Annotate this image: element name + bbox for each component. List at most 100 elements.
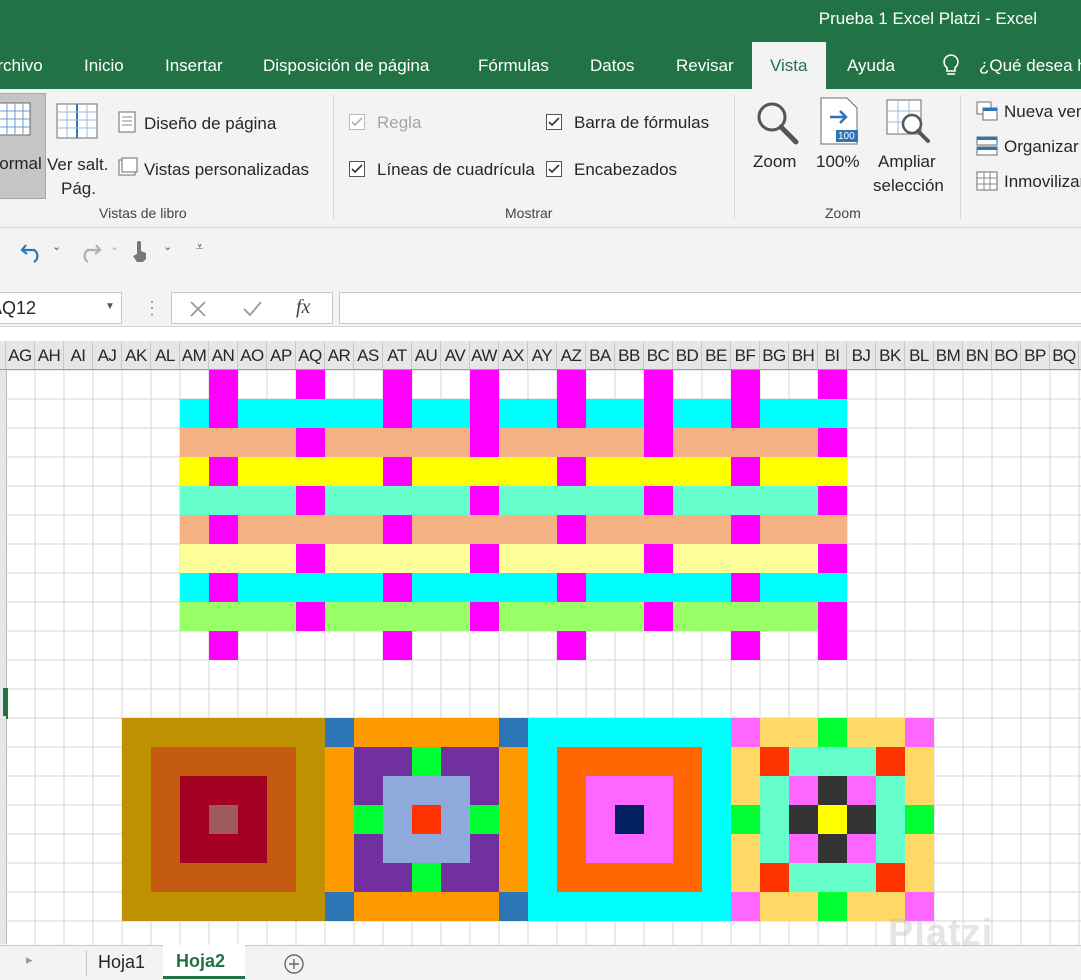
square4-inner[interactable] (789, 805, 818, 834)
square4-inner[interactable] (789, 776, 818, 805)
customize-qat-icon[interactable]: ⩡ (196, 239, 203, 255)
column-header-bh[interactable]: BH (789, 341, 818, 369)
weave-thread[interactable] (296, 602, 325, 631)
weave-thread[interactable] (731, 631, 760, 660)
column-header-av[interactable]: AV (441, 341, 470, 369)
enter-check-icon[interactable] (242, 300, 262, 318)
square4-ring-corner[interactable] (760, 863, 789, 892)
add-sheet-icon[interactable] (283, 953, 305, 975)
weave-thread[interactable] (296, 486, 325, 515)
weave-thread[interactable] (818, 428, 847, 457)
square2-border[interactable] (325, 747, 354, 892)
column-header-ar[interactable]: AR (325, 341, 354, 369)
weave-thread[interactable] (383, 631, 412, 660)
weave-thread[interactable] (470, 399, 499, 428)
resize-handle-icon[interactable]: ⋮ (143, 298, 161, 319)
weave-thread[interactable] (644, 399, 673, 428)
square2-notch[interactable] (412, 747, 441, 776)
column-header-ah[interactable]: AH (35, 341, 64, 369)
arrange-all-button[interactable]: Organizar todo (976, 134, 1081, 160)
name-box[interactable]: AQ12 ▼ (0, 292, 122, 324)
weave-thread[interactable] (383, 573, 412, 602)
column-header-ap[interactable]: AP (267, 341, 296, 369)
column-header-bf[interactable]: BF (731, 341, 760, 369)
weave-thread[interactable] (209, 631, 238, 660)
weave-thread[interactable] (296, 428, 325, 457)
weave-thread[interactable] (383, 457, 412, 486)
weave-thread[interactable] (209, 370, 238, 399)
tab-revisar[interactable]: Revisar (676, 42, 734, 89)
weave-thread[interactable] (470, 544, 499, 573)
column-header-bi[interactable]: BI (818, 341, 847, 369)
square4-corner[interactable] (731, 892, 760, 921)
weave-thread[interactable] (470, 370, 499, 399)
weave-thread[interactable] (731, 399, 760, 428)
weave-thread[interactable] (383, 370, 412, 399)
column-header-an[interactable]: AN (209, 341, 238, 369)
column-header-bp[interactable]: BP (1021, 341, 1050, 369)
column-header-am[interactable]: AM (180, 341, 209, 369)
sheet-tab-hoja2-bg[interactable]: Hoja2 (163, 945, 245, 979)
worksheet-grid[interactable] (6, 370, 1081, 945)
square3-center[interactable] (615, 805, 644, 834)
column-header-aq[interactable]: AQ (296, 341, 325, 369)
square2-border[interactable] (354, 892, 499, 921)
weave-thread[interactable] (296, 370, 325, 399)
cancel-icon[interactable] (189, 300, 207, 318)
column-header-bm[interactable]: BM (934, 341, 963, 369)
weave-thread[interactable] (470, 602, 499, 631)
weave-thread[interactable] (557, 457, 586, 486)
insert-function-icon[interactable]: fx (296, 296, 310, 319)
square4-inner[interactable] (818, 776, 847, 805)
tab-ayuda[interactable]: Ayuda (847, 42, 895, 89)
weave-stripe[interactable] (180, 602, 847, 631)
square2-notch[interactable] (354, 805, 383, 834)
weave-thread[interactable] (557, 399, 586, 428)
square4-inner[interactable] (818, 805, 847, 834)
column-header-as[interactable]: AS (354, 341, 383, 369)
tab-insertar[interactable]: Insertar (165, 42, 223, 89)
square2-notch[interactable] (412, 863, 441, 892)
weave-thread[interactable] (383, 399, 412, 428)
formula-bar-checkbox[interactable] (546, 114, 562, 130)
custom-views-button[interactable]: Vistas personalizadas (118, 155, 328, 183)
column-header-ba[interactable]: BA (586, 341, 615, 369)
column-header-al[interactable]: AL (151, 341, 180, 369)
scroll-right-icon[interactable]: ▸ (26, 952, 33, 968)
sheet-tab-hoja2[interactable]: Hoja2 (176, 945, 225, 978)
weave-thread[interactable] (383, 515, 412, 544)
page-layout-button[interactable]: Diseño de página (118, 109, 318, 137)
column-header-bl[interactable]: BL (905, 341, 934, 369)
page-break-preview-button[interactable]: Ver salt. Pág. (47, 93, 110, 198)
weave-thread[interactable] (470, 486, 499, 515)
weave-stripe[interactable] (180, 544, 847, 573)
weave-thread[interactable] (818, 486, 847, 515)
column-header-ao[interactable]: AO (238, 341, 267, 369)
square4-notch[interactable] (818, 892, 847, 921)
tell-me-search[interactable]: ¿Qué desea hacer? (979, 42, 1081, 89)
weave-thread[interactable] (557, 573, 586, 602)
square4-inner[interactable] (818, 834, 847, 863)
tab-inicio[interactable]: Inicio (84, 42, 124, 89)
column-header-be[interactable]: BE (702, 341, 731, 369)
square4-inner[interactable] (847, 805, 876, 834)
weave-thread[interactable] (557, 515, 586, 544)
column-header-bk[interactable]: BK (876, 341, 905, 369)
column-header-at[interactable]: AT (383, 341, 412, 369)
square2-corner[interactable] (325, 718, 354, 747)
column-header-ay[interactable]: AY (528, 341, 557, 369)
weave-thread[interactable] (818, 544, 847, 573)
column-header-au[interactable]: AU (412, 341, 441, 369)
normal-view-button[interactable]: Normal (0, 93, 46, 199)
square4-notch[interactable] (905, 805, 934, 834)
freeze-panes-button[interactable]: Inmovilizar (976, 169, 1081, 195)
column-header-bb[interactable]: BB (615, 341, 644, 369)
cell-grid[interactable] (6, 370, 1081, 945)
weave-thread[interactable] (818, 631, 847, 660)
undo-icon[interactable] (20, 241, 44, 263)
column-header-ax[interactable]: AX (499, 341, 528, 369)
weave-thread[interactable] (731, 515, 760, 544)
zoom-selection-button[interactable]: Ampliar selección (872, 95, 948, 199)
weave-thread[interactable] (731, 370, 760, 399)
weave-thread[interactable] (209, 573, 238, 602)
